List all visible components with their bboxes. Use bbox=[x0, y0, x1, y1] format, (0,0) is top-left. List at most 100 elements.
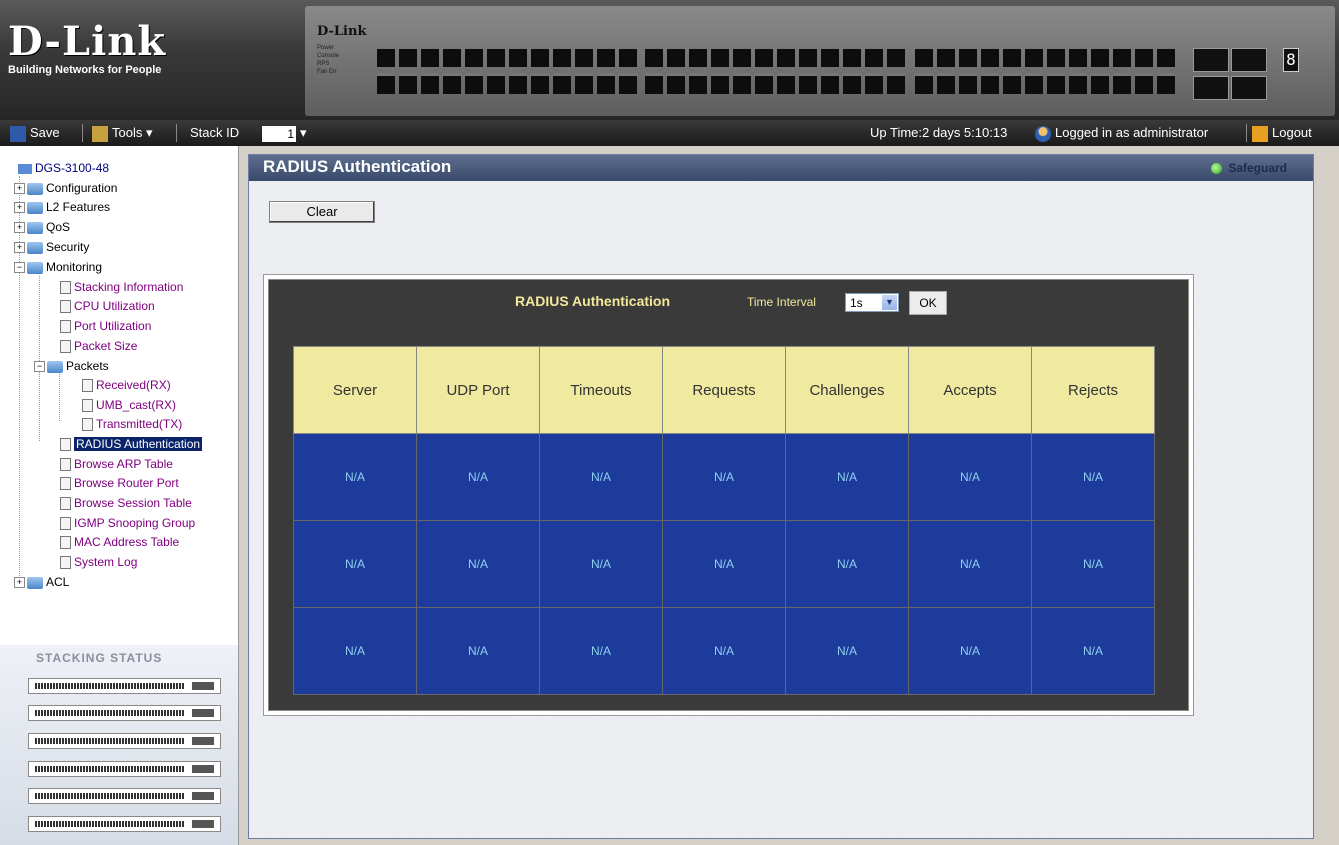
uptime: Up Time:2 days 5:10:13 bbox=[870, 125, 1008, 140]
page-icon bbox=[60, 517, 71, 531]
main-content: RADIUS Authentication Safeguard Clear RA… bbox=[248, 154, 1314, 839]
table-cell: N/A bbox=[1031, 520, 1155, 608]
page-title: RADIUS Authentication bbox=[263, 157, 452, 176]
time-interval-select[interactable]: 1s ▼ bbox=[845, 293, 899, 312]
device-led-labels: Power Console RPS Fan Err bbox=[317, 44, 339, 76]
tools-menu[interactable]: Tools ▾ bbox=[92, 124, 153, 142]
table-row: N/A N/A N/A N/A N/A N/A N/A bbox=[293, 520, 1155, 608]
table-cell: N/A bbox=[539, 607, 663, 695]
page-icon bbox=[60, 536, 71, 550]
tools-label: Tools bbox=[112, 125, 143, 140]
safeguard-status-icon bbox=[1211, 163, 1223, 175]
table-cell: N/A bbox=[785, 607, 909, 695]
logo-brand: D-Link bbox=[8, 18, 167, 65]
stack-unit[interactable] bbox=[28, 761, 221, 777]
collapse-icon[interactable]: − bbox=[14, 262, 25, 274]
tools-icon bbox=[92, 125, 108, 142]
sidebar-item-received-rx[interactable]: Received(RX) bbox=[82, 376, 171, 394]
page-icon bbox=[60, 458, 71, 472]
expand-icon[interactable]: + bbox=[14, 183, 25, 195]
column-header: Challenges bbox=[785, 346, 909, 434]
expand-icon[interactable]: + bbox=[14, 242, 25, 254]
folder-open-icon bbox=[47, 360, 63, 373]
table-cell: N/A bbox=[785, 433, 909, 521]
sidebar-item-security[interactable]: + Security bbox=[14, 238, 89, 256]
logout-label: Logout bbox=[1272, 125, 1312, 140]
sidebar-item-port-utilization[interactable]: Port Utilization bbox=[60, 317, 151, 335]
table-row: N/A N/A N/A N/A N/A N/A N/A bbox=[293, 607, 1155, 695]
sidebar-item-igmp-snooping-group[interactable]: IGMP Snooping Group bbox=[60, 514, 195, 532]
port-group-3 bbox=[915, 46, 1175, 102]
user-status: Logged in as administrator bbox=[1035, 124, 1208, 142]
sidebar-tree: DGS-3100-48 + Configuration + L2 Features … bbox=[0, 146, 239, 645]
expand-icon[interactable]: + bbox=[14, 577, 25, 589]
clear-button[interactable]: Clear bbox=[269, 201, 375, 223]
save-label: Save bbox=[30, 125, 60, 140]
header-banner: D-Link Building Networks for People D-Li… bbox=[0, 0, 1339, 120]
panel-title: RADIUS Authentication bbox=[515, 293, 671, 309]
stack-unit[interactable] bbox=[28, 678, 221, 694]
unit-id-display: 8 bbox=[1283, 48, 1299, 72]
page-icon bbox=[60, 320, 71, 334]
table-cell: N/A bbox=[662, 607, 786, 695]
sidebar-item-stacking-information[interactable]: Stacking Information bbox=[60, 278, 183, 296]
sidebar-item-qos[interactable]: + QoS bbox=[14, 218, 70, 236]
column-header: Rejects bbox=[1031, 346, 1155, 434]
folder-icon bbox=[27, 576, 43, 589]
column-header: Accepts bbox=[908, 346, 1032, 434]
page-icon bbox=[60, 300, 71, 314]
sidebar-item-configuration[interactable]: + Configuration bbox=[14, 179, 117, 197]
stack-id-select[interactable]: 1 bbox=[262, 126, 296, 142]
sidebar-item-browse-router-port[interactable]: Browse Router Port bbox=[60, 474, 179, 492]
table-cell: N/A bbox=[1031, 607, 1155, 695]
column-header: UDP Port bbox=[416, 346, 540, 434]
sidebar-item-cpu-utilization[interactable]: CPU Utilization bbox=[60, 297, 155, 315]
chevron-down-icon[interactable]: ▼ bbox=[882, 295, 897, 310]
expand-icon[interactable]: + bbox=[14, 222, 25, 234]
logout-button[interactable]: Logout bbox=[1252, 124, 1312, 142]
port-group-1 bbox=[377, 46, 637, 102]
sidebar-item-packet-size[interactable]: Packet Size bbox=[60, 337, 137, 355]
page-icon bbox=[82, 418, 93, 432]
tree-root[interactable]: DGS-3100-48 bbox=[18, 159, 109, 177]
table-cell: N/A bbox=[416, 520, 540, 608]
sidebar-item-l2-features[interactable]: + L2 Features bbox=[14, 198, 110, 216]
page-icon bbox=[60, 556, 71, 570]
save-button[interactable]: Save bbox=[10, 124, 60, 142]
sidebar-item-acl[interactable]: + ACL bbox=[14, 573, 69, 591]
stack-unit[interactable] bbox=[28, 788, 221, 804]
table-cell: N/A bbox=[293, 520, 417, 608]
table-header-row: Server UDP Port Timeouts Requests Challe… bbox=[293, 346, 1155, 434]
sidebar-item-mac-address-table[interactable]: MAC Address Table bbox=[60, 533, 179, 551]
sidebar-item-radius-authentication[interactable]: RADIUS Authentication bbox=[60, 435, 203, 453]
collapse-icon[interactable]: − bbox=[34, 361, 45, 373]
switch-icon bbox=[18, 163, 32, 174]
radius-stats-table: Server UDP Port Timeouts Requests Challe… bbox=[293, 346, 1155, 695]
table-cell: N/A bbox=[662, 433, 786, 521]
stack-unit[interactable] bbox=[28, 705, 221, 721]
safeguard-label: Safeguard bbox=[1228, 161, 1287, 175]
safeguard-indicator: Safeguard bbox=[1211, 161, 1287, 175]
stack-id-dropdown-icon[interactable]: ▾ bbox=[300, 124, 307, 142]
sidebar-item-browse-session-table[interactable]: Browse Session Table bbox=[60, 494, 192, 512]
column-header: Timeouts bbox=[539, 346, 663, 434]
dlink-logo: D-Link Building Networks for People bbox=[8, 22, 208, 92]
folder-icon bbox=[27, 241, 43, 254]
led-fan-label: Fan Err bbox=[317, 69, 338, 75]
sidebar-item-transmitted-tx[interactable]: Transmitted(TX) bbox=[82, 415, 182, 433]
logout-icon bbox=[1252, 125, 1268, 142]
led-power-label: Power bbox=[317, 45, 335, 51]
sidebar-item-packets[interactable]: − Packets bbox=[34, 357, 109, 375]
page-icon bbox=[60, 281, 71, 295]
port-group-2 bbox=[645, 46, 905, 102]
sidebar-item-system-log[interactable]: System Log bbox=[60, 553, 137, 571]
sidebar-item-monitoring[interactable]: − Monitoring bbox=[14, 258, 102, 276]
stack-unit[interactable] bbox=[28, 816, 221, 832]
page-icon bbox=[82, 399, 93, 413]
table-cell: N/A bbox=[908, 433, 1032, 521]
stack-unit[interactable] bbox=[28, 733, 221, 749]
sidebar-item-umb-cast-rx[interactable]: UMB_cast(RX) bbox=[82, 396, 176, 414]
ok-button[interactable]: OK bbox=[909, 291, 947, 315]
sidebar-item-browse-arp-table[interactable]: Browse ARP Table bbox=[60, 455, 173, 473]
expand-icon[interactable]: + bbox=[14, 202, 25, 214]
